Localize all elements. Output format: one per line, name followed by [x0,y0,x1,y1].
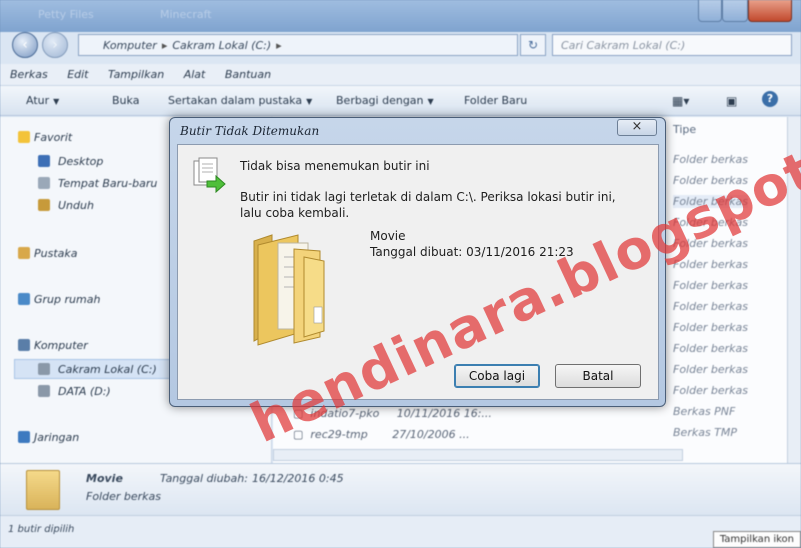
row-type: Folder berkas [673,321,748,334]
cancel-button[interactable]: Batal [555,364,641,388]
computer-icon [18,339,30,351]
drive-icon [38,385,50,397]
sidebar-item-data-drive[interactable]: DATA (D:) [58,385,111,398]
details-modified-value: 16/12/2016 0:45 [252,472,344,485]
row-type: Folder berkas [673,153,748,166]
address-bar[interactable]: Komputer ▸ Cakram Lokal (C:) ▸ [78,34,518,56]
dialog-message: Butir ini tidak lagi terletak di dalam C… [240,190,616,220]
new-folder-button[interactable]: Folder Baru [464,94,527,107]
command-bar: Atur ▼ Buka Sertakan dalam pustaka ▼ Berba… [0,86,801,116]
status-text: 1 butir dipilih [8,524,75,535]
ghost-title-right: Minecraft [160,8,212,21]
sidebar-item-homegroup[interactable]: Grup rumah [34,293,100,306]
folder-icon [26,470,60,510]
maximize-button[interactable] [722,0,748,22]
network-icon [18,431,30,443]
tooltip: Tampilkan ikon [712,531,801,548]
downloads-icon [38,199,50,211]
menu-help[interactable]: Bantuan [225,68,271,81]
menu-view[interactable]: Tampilkan [108,68,164,81]
menu-file[interactable]: Berkas [10,68,48,81]
search-input[interactable]: Cari Cakram Lokal (C:) [552,34,792,56]
sidebar-item-favorites[interactable]: Favorit [34,131,72,144]
menu-bar: Berkas Edit Tampilkan Alat Bantuan [0,64,801,86]
ghost-title-left: Petty Files [38,8,94,21]
navigation-row: ‹ › Komputer ▸ Cakram Lokal (C:) ▸ ↻ Cari C… [0,32,801,60]
column-header-type[interactable]: Tipe [673,123,696,136]
row-type: Folder berkas [673,384,748,397]
menu-tools[interactable]: Alat [184,68,206,81]
homegroup-icon [18,293,30,305]
forward-icon[interactable]: › [42,32,68,58]
window-close-button[interactable] [748,0,792,22]
file-move-icon [193,157,226,193]
sidebar-item-desktop[interactable]: Desktop [58,155,103,168]
row-type: Folder berkas [673,279,748,292]
details-modified-label: Tanggal diubah: [160,472,248,485]
retry-button[interactable]: Coba lagi [454,364,540,388]
details-pane: Movie Folder berkas Tanggal diubah: 16/1… [0,463,801,515]
minimize-button[interactable] [698,0,722,22]
star-icon [18,131,30,143]
breadcrumb-local-disk[interactable]: Cakram Lokal (C:) [172,39,271,52]
refresh-icon[interactable]: ↻ [520,34,546,56]
open-button[interactable]: Buka [112,94,139,107]
status-bar: 1 butir dipilih [0,515,801,548]
folder-icon [253,234,325,346]
menu-edit[interactable]: Edit [67,68,88,81]
dialog-title: Butir Tidak Ditemukan [180,124,320,138]
explorer-titlebar: Petty Files Minecraft [0,0,801,32]
sidebar-item-recent[interactable]: Tempat Baru-baru [58,177,157,190]
desktop-icon [38,155,50,167]
sidebar-item-computer[interactable]: Komputer [34,339,88,352]
sidebar-item-libraries[interactable]: Pustaka [34,247,78,260]
sidebar-item-downloads[interactable]: Unduh [58,199,94,212]
row-type: Folder berkas [673,342,748,355]
share-with-button[interactable]: Berbagi dengan ▼ [336,94,434,107]
sidebar-item-network[interactable]: Jaringan [34,431,79,444]
dialog-heading: Tidak bisa menemukan butir ini [240,159,430,173]
drive-icon [38,363,50,375]
help-icon[interactable]: ? [762,91,778,107]
recent-places-icon [38,177,50,189]
breadcrumb-computer[interactable]: Komputer [103,39,157,52]
row-type: Folder berkas [673,300,748,313]
row-type: Berkas PNF [673,405,736,418]
view-options-icon[interactable]: ▦▾ [672,94,689,108]
sidebar-item-local-disk[interactable]: Cakram Lokal (C:) [58,363,157,376]
back-icon[interactable]: ‹ [12,32,38,58]
details-name: Movie [86,472,123,485]
row-type: Folder berkas [673,363,748,376]
details-type: Folder berkas [86,490,161,503]
dialog-close-button[interactable]: × [617,119,657,136]
preview-pane-icon[interactable]: ▣ [726,94,737,108]
include-library-button[interactable]: Sertakan dalam pustaka ▼ [168,94,312,107]
libraries-icon [18,247,30,259]
horizontal-scrollbar[interactable] [273,449,683,461]
item-name: Movie [370,229,406,243]
row-type: Berkas TMP [673,426,738,439]
organize-button[interactable]: Atur ▼ [26,94,59,107]
